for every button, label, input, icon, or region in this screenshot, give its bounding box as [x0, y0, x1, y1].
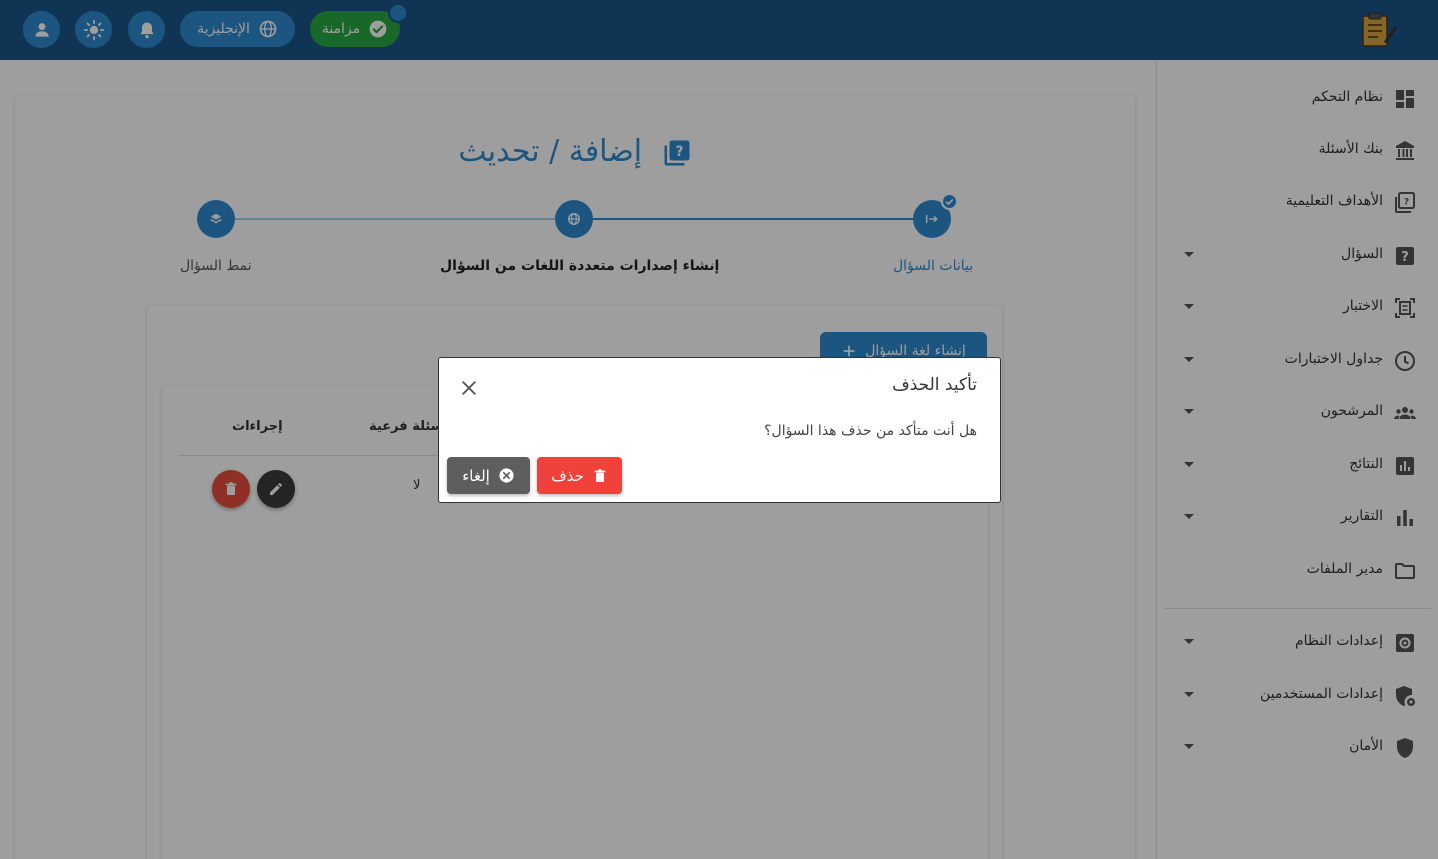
- cancel-button[interactable]: إلغاء: [447, 457, 530, 494]
- close-icon[interactable]: [459, 378, 479, 398]
- cancel-button-label: إلغاء: [462, 466, 490, 485]
- dialog-title: تأكيد الحذف: [892, 375, 977, 395]
- close-circle-icon: [499, 468, 514, 483]
- delete-button-label: حذف: [551, 466, 584, 485]
- dialog-message: هل أنت متأكد من حذف هذا السؤال؟: [764, 423, 977, 439]
- delete-button[interactable]: حذف: [537, 457, 622, 494]
- confirm-delete-dialog: تأكيد الحذف هل أنت متأكد من حذف هذا السؤ…: [438, 357, 1001, 503]
- trash-icon: [594, 468, 606, 482]
